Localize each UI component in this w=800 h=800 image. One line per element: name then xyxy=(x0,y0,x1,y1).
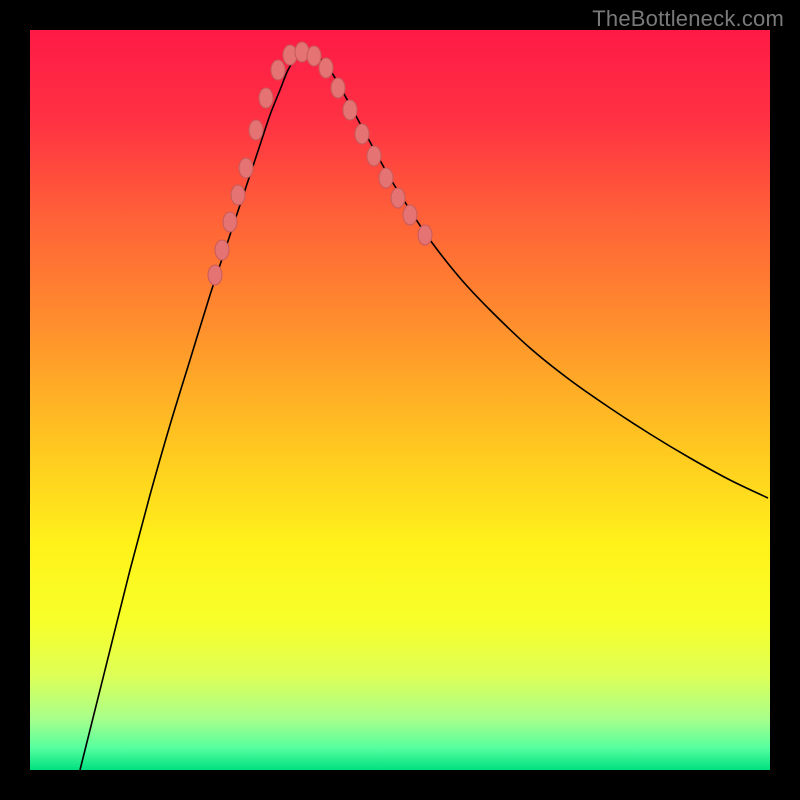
watermark-text: TheBottleneck.com xyxy=(592,6,784,32)
data-dot xyxy=(215,240,229,260)
data-dot xyxy=(307,46,321,66)
data-dot xyxy=(355,124,369,144)
data-dot xyxy=(367,146,381,166)
data-dot xyxy=(418,225,432,245)
data-dot xyxy=(223,212,237,232)
data-dot xyxy=(259,88,273,108)
data-dot xyxy=(343,100,357,120)
data-dot xyxy=(231,185,245,205)
chart-frame xyxy=(30,30,770,770)
data-dot xyxy=(331,78,345,98)
data-dot xyxy=(391,188,405,208)
data-dot xyxy=(379,168,393,188)
data-dot xyxy=(271,60,285,80)
data-dot xyxy=(249,120,263,140)
data-dot xyxy=(403,205,417,225)
data-dot xyxy=(319,58,333,78)
data-dot xyxy=(208,265,222,285)
data-dot xyxy=(239,158,253,178)
data-dots xyxy=(30,30,770,770)
